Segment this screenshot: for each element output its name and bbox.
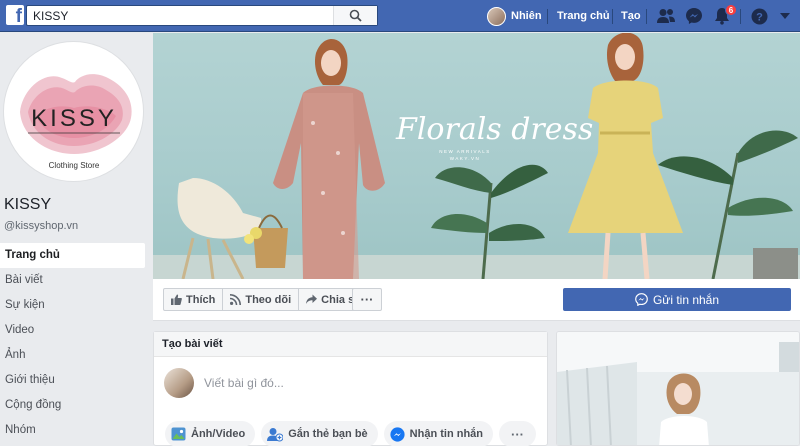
sidebar-item-videos[interactable]: Video xyxy=(0,318,145,343)
messenger-icon[interactable] xyxy=(683,5,705,27)
divider xyxy=(547,9,548,24)
post-composer-input[interactable]: Viết bài gì đó... xyxy=(204,376,284,390)
page-name: KISSY xyxy=(4,196,52,213)
divider xyxy=(740,9,741,24)
like-button[interactable]: Thích xyxy=(164,289,224,310)
featured-photo-card[interactable] xyxy=(556,331,800,446)
account-menu-icon[interactable] xyxy=(774,5,796,27)
search-box xyxy=(26,5,378,26)
messenger-icon xyxy=(390,426,405,442)
page-sidebar: KISSY Clothing Store KISSY @kissyshop.vn… xyxy=(0,33,152,446)
search-button[interactable] xyxy=(333,6,377,25)
send-message-button[interactable]: Gửi tin nhắn xyxy=(563,288,791,311)
facebook-logo-icon[interactable]: f xyxy=(6,5,24,25)
sidebar-item-home[interactable]: Trang chủ xyxy=(0,243,145,268)
create-post-box: Tạo bài viết Viết bài gì đó... Ảnh/Video… xyxy=(153,331,548,446)
sidebar-item-photos[interactable]: Ảnh xyxy=(0,343,145,368)
create-link[interactable]: Tạo xyxy=(621,10,641,22)
sidebar-item-events[interactable]: Sự kiện xyxy=(0,293,145,318)
cover-photo[interactable]: Florals dress NEW ARRIVALS WAKY.VN xyxy=(153,33,800,279)
sidebar-item-about[interactable]: Giới thiệu xyxy=(0,368,145,393)
get-messages-button[interactable]: Nhận tin nhắn xyxy=(383,421,493,446)
page-username: @kissyshop.vn xyxy=(4,220,79,232)
search-icon xyxy=(349,9,362,22)
svg-text:?: ? xyxy=(756,11,763,23)
cover-subtext: NEW ARRIVALS xyxy=(439,149,490,154)
home-link[interactable]: Trang chủ xyxy=(557,10,610,22)
notification-count-badge: 6 xyxy=(725,4,737,16)
page-profile-picture[interactable]: KISSY Clothing Store xyxy=(3,41,144,182)
sidebar-item-community[interactable]: Cộng đồng xyxy=(0,393,145,418)
cover-headline: Florals dress xyxy=(395,112,593,147)
sidebar-item-groups[interactable]: Nhóm xyxy=(0,418,145,443)
model-pink-dress-image xyxy=(273,38,385,279)
friend-requests-icon[interactable] xyxy=(655,5,677,27)
cover-subtext: WAKY.VN xyxy=(450,156,481,161)
model-yellow-dress-image xyxy=(568,33,683,279)
more-options-button[interactable]: ··· xyxy=(352,288,382,311)
messenger-icon xyxy=(635,293,648,306)
more-post-options-button[interactable]: ··· xyxy=(499,421,536,446)
page-nav: Trang chủ Bài viết Sự kiện Video Ảnh Giớ… xyxy=(0,243,145,443)
help-icon[interactable]: ? xyxy=(748,5,770,27)
top-navigation-bar: f Nhiên Trang chủ Tạo 6 ? xyxy=(0,0,800,32)
logo-subtitle: Clothing Store xyxy=(49,161,100,170)
search-input[interactable] xyxy=(27,6,337,25)
page-actions: Thích Theo dõi Chia sẻ xyxy=(163,288,369,311)
follow-button[interactable]: Theo dõi xyxy=(223,289,300,310)
sidebar-item-posts[interactable]: Bài viết xyxy=(0,268,145,293)
thumbs-up-icon xyxy=(171,294,182,305)
logo-text: KISSY xyxy=(31,105,117,132)
rss-follow-icon xyxy=(230,294,242,305)
tag-friends-button[interactable]: Gắn thẻ bạn bè xyxy=(261,421,378,446)
photo-icon xyxy=(171,427,186,441)
divider xyxy=(612,9,613,24)
share-arrow-icon xyxy=(306,294,318,304)
avatar xyxy=(164,368,194,398)
divider xyxy=(646,9,647,24)
photo-video-button[interactable]: Ảnh/Video xyxy=(165,421,256,446)
avatar xyxy=(487,6,506,26)
user-name: Nhiên xyxy=(511,10,542,22)
tag-friends-icon xyxy=(267,427,284,441)
create-post-header: Tạo bài viết xyxy=(154,332,547,357)
page-action-bar: Thích Theo dõi Chia sẻ ··· Gửi tin nhắn xyxy=(153,279,800,321)
post-composer-actions: Ảnh/Video Gắn thẻ bạn bè Nhận tin nhắn ·… xyxy=(165,421,536,446)
profile-link[interactable]: Nhiên xyxy=(487,6,542,26)
